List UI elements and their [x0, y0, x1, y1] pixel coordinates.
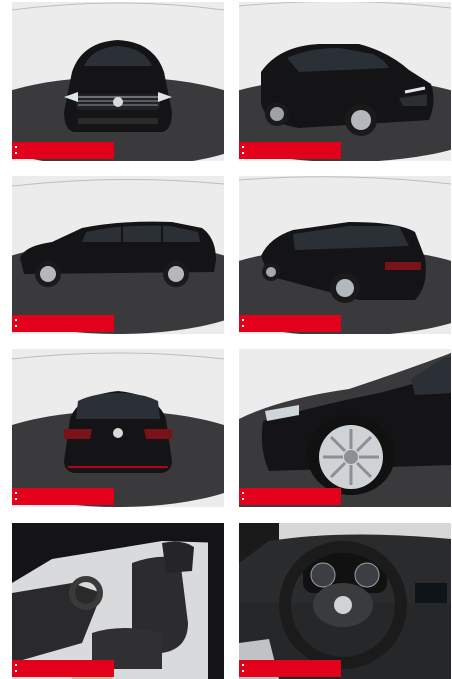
gallery-tile-rear[interactable]	[12, 349, 224, 507]
listing-badge	[239, 315, 341, 332]
car-rear-three-quarter-photo	[239, 176, 451, 334]
photo-gallery	[0, 0, 452, 679]
gallery-tile-interior-dashboard[interactable]	[239, 523, 451, 679]
listing-badge	[12, 660, 114, 677]
gallery-tile-front-three-quarter[interactable]	[239, 2, 451, 161]
gallery-tile-wheel-detail[interactable]	[239, 349, 451, 507]
gallery-tile-interior-seats[interactable]	[12, 523, 224, 679]
car-front-photo	[12, 2, 224, 161]
car-interior-seats-photo	[12, 523, 224, 679]
car-side-photo	[12, 176, 224, 334]
car-rear-photo	[12, 349, 224, 507]
listing-badge	[239, 660, 341, 677]
gallery-tile-rear-three-quarter[interactable]	[239, 176, 451, 334]
car-front-three-quarter-photo	[239, 2, 451, 161]
gallery-tile-side[interactable]	[12, 176, 224, 334]
listing-badge	[12, 488, 114, 505]
listing-badge	[239, 488, 341, 505]
car-interior-dashboard-photo	[239, 523, 451, 679]
car-wheel-detail-photo	[239, 349, 451, 507]
listing-badge	[12, 142, 114, 159]
gallery-tile-front[interactable]	[12, 2, 224, 161]
listing-badge	[12, 315, 114, 332]
listing-badge	[239, 142, 341, 159]
